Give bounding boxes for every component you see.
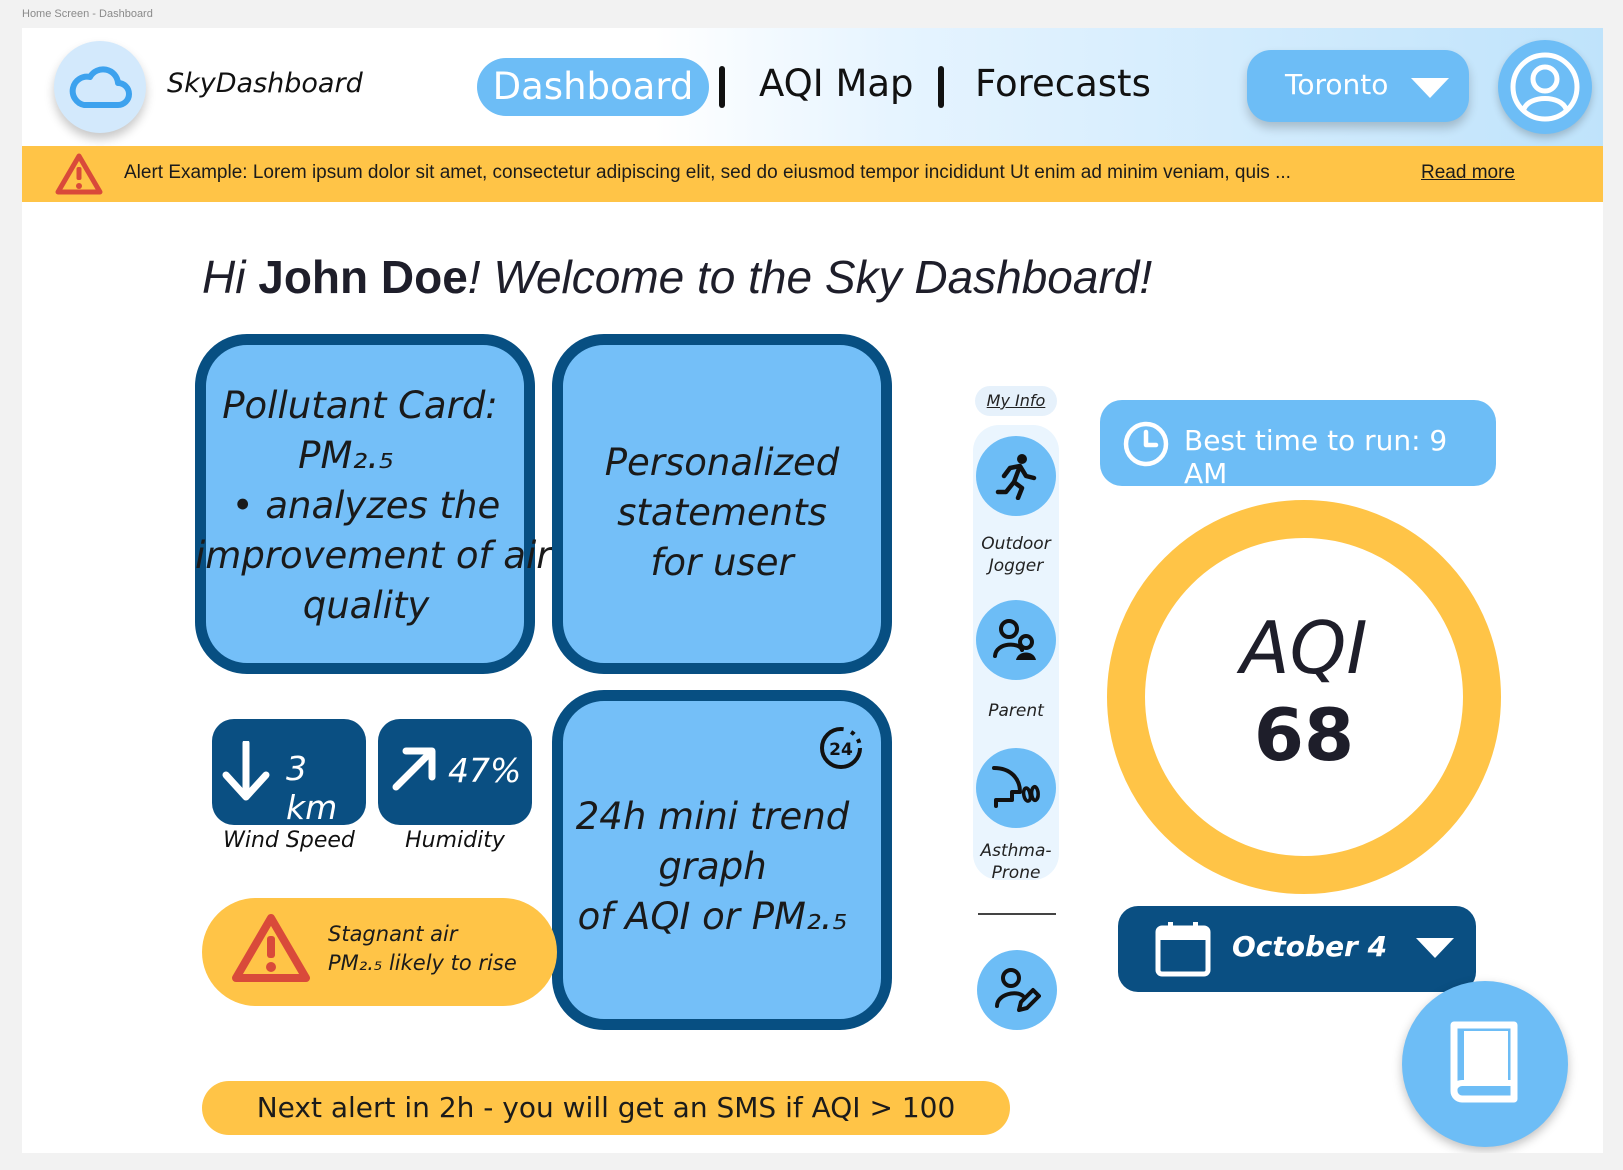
humidity-label: Humidity: [405, 828, 505, 853]
humidity-tile[interactable]: 47%: [378, 719, 532, 825]
city-label: Toronto: [1285, 68, 1389, 101]
persona-label-parent: Parent: [988, 701, 1044, 721]
arrow-down-icon: [222, 741, 270, 801]
personalized-line: for user: [650, 541, 794, 584]
persona-parent[interactable]: [976, 600, 1056, 680]
wind-speed-tile[interactable]: 3 km: [212, 719, 366, 827]
guide-book-button[interactable]: [1402, 981, 1568, 1147]
read-more-link[interactable]: Read more: [1421, 162, 1515, 184]
frame-label: Home Screen - Dashboard: [22, 8, 153, 20]
personalized-line: Personalized: [604, 441, 840, 484]
trend-line: of AQI or PM₂.₅: [577, 895, 848, 938]
persona-label-jogger: Outdoor Jogger: [966, 533, 1066, 577]
pollutant-bullet: • analyzes the: [231, 484, 501, 527]
greeting-rest: ! Welcome to the Sky Dashboard!: [467, 251, 1153, 303]
wind-speed-value: 3 km: [286, 749, 338, 827]
pollutant-card-text: Pollutant Card: PM₂.₅ • analyzes the imp…: [195, 381, 552, 631]
greeting-hi: Hi: [202, 251, 259, 303]
book-icon: [1450, 1021, 1518, 1103]
persona-outdoor-jogger[interactable]: [976, 436, 1056, 516]
runner-icon: [995, 454, 1037, 500]
pollutant-card-title: Pollutant Card:: [222, 384, 498, 427]
persona-label-line: Jogger: [988, 556, 1044, 576]
city-dropdown[interactable]: Toronto: [1247, 50, 1469, 122]
edit-profile-button[interactable]: [977, 950, 1057, 1030]
nav-separator: [719, 66, 725, 108]
arrow-up-right-icon: [392, 747, 436, 791]
cloud-icon: [69, 66, 132, 108]
persona-asthma-prone[interactable]: [976, 748, 1056, 828]
parent-icon: [993, 619, 1036, 660]
welcome-heading: Hi John Doe! Welcome to the Sky Dashboar…: [202, 250, 1152, 304]
24h-badge: 24: [829, 740, 853, 760]
alert-banner: Alert Example: Lorem ipsum dolor sit ame…: [22, 146, 1603, 202]
trend-line: 24h mini trend: [575, 795, 850, 838]
chevron-down-icon: [1411, 78, 1449, 98]
warning-line: Stagnant air: [328, 922, 458, 946]
nav-dashboard[interactable]: Dashboard: [477, 58, 709, 116]
date-dropdown[interactable]: October 4: [1118, 906, 1476, 992]
warning-icon: [232, 914, 310, 982]
trend-line: graph: [658, 845, 767, 888]
calendar-icon: [1155, 922, 1211, 977]
warning-icon: [55, 153, 103, 195]
humidity-value: 47%: [448, 751, 522, 790]
brand-name: SkyDashboard: [167, 68, 363, 99]
best-time-text: Best time to run: 9 AM: [1184, 424, 1448, 490]
aqi-value: 68: [1253, 693, 1355, 777]
persona-label-line: Outdoor: [981, 534, 1051, 554]
top-header: SkyDashboard Dashboard AQI Map Forecasts…: [22, 28, 1603, 146]
my-info-link[interactable]: My Info: [975, 386, 1057, 416]
nav-forecasts[interactable]: Forecasts: [975, 62, 1151, 105]
trend-card-text: 24h mini trend graph of AQI or PM₂.₅: [540, 792, 885, 942]
dashboard-frame: SkyDashboard Dashboard AQI Map Forecasts…: [22, 28, 1603, 1153]
user-name: John Doe: [258, 251, 468, 303]
chevron-down-icon: [1416, 938, 1454, 958]
wind-speed-label: Wind Speed: [223, 828, 355, 853]
pollutant-bullet-end: quality: [302, 584, 430, 627]
persona-label-line: Prone: [991, 863, 1041, 883]
nav-separator: [938, 66, 944, 108]
clock-icon: [1123, 421, 1169, 467]
persona-label-asthma: Asthma- Prone: [966, 840, 1066, 884]
persona-label-line: Asthma-: [980, 841, 1052, 861]
breathing-icon: [992, 766, 1040, 808]
pollutant-name: PM₂.₅: [298, 434, 394, 477]
user-edit-icon: [995, 968, 1041, 1012]
stagnant-air-warning[interactable]: Stagnant air PM₂.₅ likely to rise: [202, 898, 557, 1006]
alert-message: Alert Example: Lorem ipsum dolor sit ame…: [124, 162, 1291, 183]
best-time-card[interactable]: Best time to run: 9 AM: [1100, 400, 1496, 490]
personalized-card-text: Personalized statements for user: [552, 438, 892, 588]
user-circle-icon: [1510, 52, 1580, 122]
warning-line: PM₂.₅ likely to rise: [328, 951, 517, 975]
selected-date: October 4: [1232, 930, 1388, 963]
persona-divider: [978, 913, 1056, 915]
profile-button[interactable]: [1498, 40, 1592, 134]
pollutant-bullet-cont: improvement of air: [195, 534, 552, 577]
nav-aqi-map[interactable]: AQI Map: [759, 62, 914, 105]
personalized-line: statements: [617, 491, 827, 534]
aqi-label: AQI: [1240, 606, 1368, 690]
24h-clock-icon: 24: [820, 727, 862, 769]
next-alert-bar: Next alert in 2h - you will get an SMS i…: [202, 1081, 1010, 1135]
app-logo[interactable]: [54, 41, 146, 133]
warning-text: Stagnant air PM₂.₅ likely to rise: [328, 920, 517, 978]
